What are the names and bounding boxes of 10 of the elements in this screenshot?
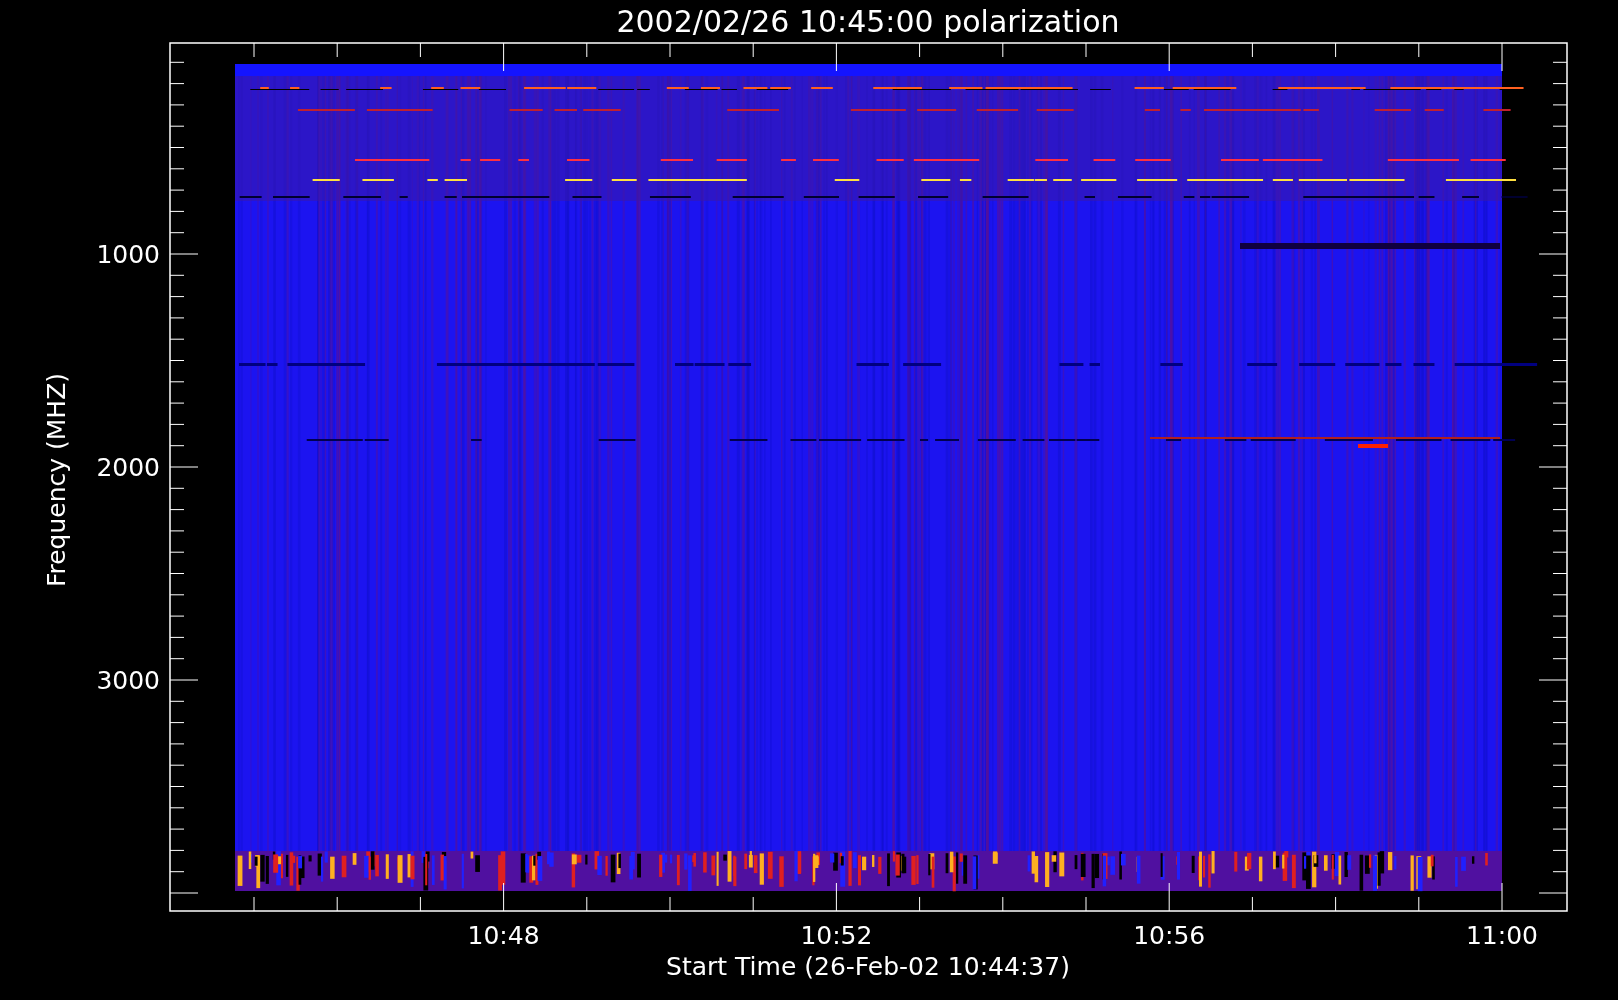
x-tick-label: 10:48 <box>467 921 540 950</box>
plot-title: 2002/02/26 10:45:00 polarization <box>616 4 1120 39</box>
x-tick-label: 10:56 <box>1133 921 1206 950</box>
x-tick-label: 10:52 <box>800 921 873 950</box>
y-tick-label: 1000 <box>96 240 160 269</box>
x-tick-label: 11:00 <box>1466 921 1538 950</box>
y-axis-label: Frequency (MHZ) <box>42 372 71 588</box>
y-tick-label: 3000 <box>96 666 160 695</box>
y-tick-label: 2000 <box>96 453 160 482</box>
x-axis-label: Start Time (26-Feb-02 10:44:37) <box>666 952 1070 981</box>
